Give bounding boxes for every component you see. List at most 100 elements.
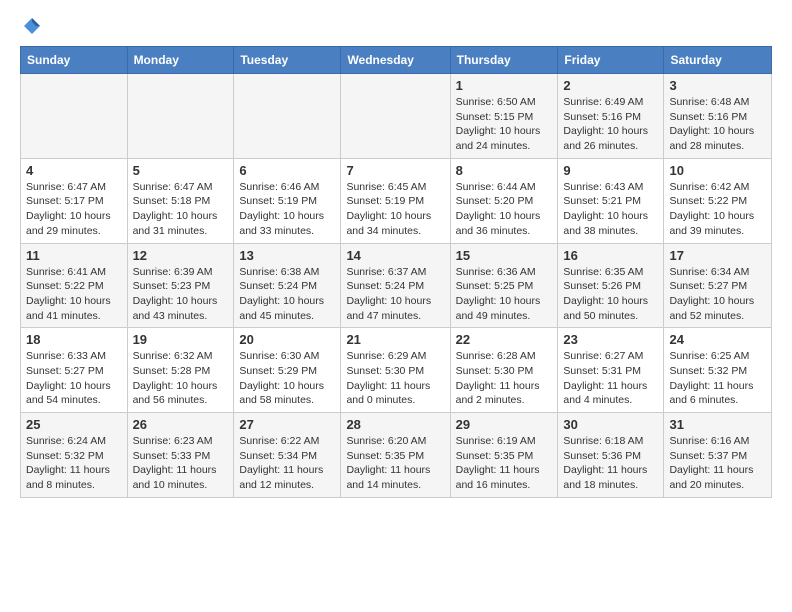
calendar-week-row: 25 Sunrise: 6:24 AMSunset: 5:32 PMDayligh…: [21, 413, 772, 498]
calendar-cell: [127, 74, 234, 159]
calendar-cell: 15 Sunrise: 6:36 AMSunset: 5:25 PMDayligh…: [450, 243, 558, 328]
day-number: 17: [669, 248, 766, 263]
calendar-table: SundayMondayTuesdayWednesdayThursdayFrid…: [20, 46, 772, 498]
day-number: 14: [346, 248, 444, 263]
calendar-cell: 29 Sunrise: 6:19 AMSunset: 5:35 PMDayligh…: [450, 413, 558, 498]
calendar-cell: 6 Sunrise: 6:46 AMSunset: 5:19 PMDaylight…: [234, 158, 341, 243]
day-info: Sunrise: 6:34 AMSunset: 5:27 PMDaylight:…: [669, 265, 766, 324]
day-number: 7: [346, 163, 444, 178]
calendar-week-row: 18Sunrise: 6:33 AMSunset: 5:27 PMDayligh…: [21, 328, 772, 413]
day-number: 12: [133, 248, 229, 263]
day-number: 16: [563, 248, 658, 263]
calendar-cell: 26 Sunrise: 6:23 AMSunset: 5:33 PMDayligh…: [127, 413, 234, 498]
logo: [20, 16, 42, 36]
calendar-cell: 13 Sunrise: 6:38 AMSunset: 5:24 PMDayligh…: [234, 243, 341, 328]
calendar-day-header: Saturday: [664, 47, 772, 74]
day-number: 22: [456, 332, 553, 347]
day-info: Sunrise: 6:29 AMSunset: 5:30 PMDaylight:…: [346, 349, 444, 408]
calendar-cell: 14Sunrise: 6:37 AMSunset: 5:24 PMDayligh…: [341, 243, 450, 328]
day-number: 25: [26, 417, 122, 432]
calendar-cell: 31 Sunrise: 6:16 AMSunset: 5:37 PMDayligh…: [664, 413, 772, 498]
day-info: Sunrise: 6:23 AMSunset: 5:33 PMDaylight:…: [133, 434, 229, 493]
calendar-cell: [341, 74, 450, 159]
calendar-day-header: Sunday: [21, 47, 128, 74]
day-info: Sunrise: 6:50 AMSunset: 5:15 PMDaylight:…: [456, 95, 553, 154]
calendar-week-row: 11Sunrise: 6:41 AMSunset: 5:22 PMDayligh…: [21, 243, 772, 328]
day-info: Sunrise: 6:49 AMSunset: 5:16 PMDaylight:…: [563, 95, 658, 154]
calendar-cell: 22 Sunrise: 6:28 AMSunset: 5:30 PMDayligh…: [450, 328, 558, 413]
day-info: Sunrise: 6:45 AMSunset: 5:19 PMDaylight:…: [346, 180, 444, 239]
calendar-week-row: 4 Sunrise: 6:47 AMSunset: 5:17 PMDaylight…: [21, 158, 772, 243]
calendar-cell: 3 Sunrise: 6:48 AMSunset: 5:16 PMDaylight…: [664, 74, 772, 159]
calendar-cell: 7 Sunrise: 6:45 AMSunset: 5:19 PMDaylight…: [341, 158, 450, 243]
calendar-day-header: Thursday: [450, 47, 558, 74]
calendar-cell: 12 Sunrise: 6:39 AMSunset: 5:23 PMDayligh…: [127, 243, 234, 328]
day-number: 24: [669, 332, 766, 347]
day-number: 1: [456, 78, 553, 93]
calendar-cell: 1 Sunrise: 6:50 AMSunset: 5:15 PMDaylight…: [450, 74, 558, 159]
day-info: Sunrise: 6:42 AMSunset: 5:22 PMDaylight:…: [669, 180, 766, 239]
day-number: 19: [133, 332, 229, 347]
day-info: Sunrise: 6:28 AMSunset: 5:30 PMDaylight:…: [456, 349, 553, 408]
logo-icon: [22, 16, 42, 36]
day-info: Sunrise: 6:25 AMSunset: 5:32 PMDaylight:…: [669, 349, 766, 408]
page-header: [20, 16, 772, 36]
day-info: Sunrise: 6:48 AMSunset: 5:16 PMDaylight:…: [669, 95, 766, 154]
day-number: 13: [239, 248, 335, 263]
day-number: 28: [346, 417, 444, 432]
day-info: Sunrise: 6:24 AMSunset: 5:32 PMDaylight:…: [26, 434, 122, 493]
calendar-cell: 19Sunrise: 6:32 AMSunset: 5:28 PMDayligh…: [127, 328, 234, 413]
calendar-cell: 2 Sunrise: 6:49 AMSunset: 5:16 PMDaylight…: [558, 74, 664, 159]
day-number: 8: [456, 163, 553, 178]
calendar-day-header: Friday: [558, 47, 664, 74]
day-info: Sunrise: 6:43 AMSunset: 5:21 PMDaylight:…: [563, 180, 658, 239]
day-number: 15: [456, 248, 553, 263]
day-info: Sunrise: 6:36 AMSunset: 5:25 PMDaylight:…: [456, 265, 553, 324]
calendar-cell: 23Sunrise: 6:27 AMSunset: 5:31 PMDayligh…: [558, 328, 664, 413]
calendar-cell: [234, 74, 341, 159]
day-number: 5: [133, 163, 229, 178]
day-number: 6: [239, 163, 335, 178]
day-info: Sunrise: 6:16 AMSunset: 5:37 PMDaylight:…: [669, 434, 766, 493]
day-number: 31: [669, 417, 766, 432]
day-info: Sunrise: 6:30 AMSunset: 5:29 PMDaylight:…: [239, 349, 335, 408]
calendar-day-header: Tuesday: [234, 47, 341, 74]
day-number: 3: [669, 78, 766, 93]
day-number: 26: [133, 417, 229, 432]
calendar-cell: 16 Sunrise: 6:35 AMSunset: 5:26 PMDayligh…: [558, 243, 664, 328]
calendar-cell: 20Sunrise: 6:30 AMSunset: 5:29 PMDayligh…: [234, 328, 341, 413]
day-info: Sunrise: 6:46 AMSunset: 5:19 PMDaylight:…: [239, 180, 335, 239]
calendar-header-row: SundayMondayTuesdayWednesdayThursdayFrid…: [21, 47, 772, 74]
calendar-cell: 28Sunrise: 6:20 AMSunset: 5:35 PMDayligh…: [341, 413, 450, 498]
day-number: 2: [563, 78, 658, 93]
calendar-cell: 4 Sunrise: 6:47 AMSunset: 5:17 PMDaylight…: [21, 158, 128, 243]
calendar-cell: 10 Sunrise: 6:42 AMSunset: 5:22 PMDayligh…: [664, 158, 772, 243]
calendar-day-header: Wednesday: [341, 47, 450, 74]
day-number: 11: [26, 248, 122, 263]
day-info: Sunrise: 6:22 AMSunset: 5:34 PMDaylight:…: [239, 434, 335, 493]
calendar-cell: 30Sunrise: 6:18 AMSunset: 5:36 PMDayligh…: [558, 413, 664, 498]
day-info: Sunrise: 6:38 AMSunset: 5:24 PMDaylight:…: [239, 265, 335, 324]
day-info: Sunrise: 6:18 AMSunset: 5:36 PMDaylight:…: [563, 434, 658, 493]
calendar-cell: 5 Sunrise: 6:47 AMSunset: 5:18 PMDaylight…: [127, 158, 234, 243]
calendar-cell: 25 Sunrise: 6:24 AMSunset: 5:32 PMDayligh…: [21, 413, 128, 498]
day-number: 10: [669, 163, 766, 178]
day-info: Sunrise: 6:27 AMSunset: 5:31 PMDaylight:…: [563, 349, 658, 408]
day-info: Sunrise: 6:47 AMSunset: 5:17 PMDaylight:…: [26, 180, 122, 239]
day-info: Sunrise: 6:47 AMSunset: 5:18 PMDaylight:…: [133, 180, 229, 239]
day-info: Sunrise: 6:39 AMSunset: 5:23 PMDaylight:…: [133, 265, 229, 324]
calendar-day-header: Monday: [127, 47, 234, 74]
day-number: 18: [26, 332, 122, 347]
day-info: Sunrise: 6:35 AMSunset: 5:26 PMDaylight:…: [563, 265, 658, 324]
calendar-cell: 9Sunrise: 6:43 AMSunset: 5:21 PMDaylight…: [558, 158, 664, 243]
calendar-cell: 11Sunrise: 6:41 AMSunset: 5:22 PMDayligh…: [21, 243, 128, 328]
day-number: 4: [26, 163, 122, 178]
calendar-cell: 8Sunrise: 6:44 AMSunset: 5:20 PMDaylight…: [450, 158, 558, 243]
day-number: 29: [456, 417, 553, 432]
day-number: 21: [346, 332, 444, 347]
calendar-cell: 27Sunrise: 6:22 AMSunset: 5:34 PMDayligh…: [234, 413, 341, 498]
day-info: Sunrise: 6:19 AMSunset: 5:35 PMDaylight:…: [456, 434, 553, 493]
calendar-cell: 18Sunrise: 6:33 AMSunset: 5:27 PMDayligh…: [21, 328, 128, 413]
calendar-cell: 17 Sunrise: 6:34 AMSunset: 5:27 PMDayligh…: [664, 243, 772, 328]
calendar-cell: [21, 74, 128, 159]
